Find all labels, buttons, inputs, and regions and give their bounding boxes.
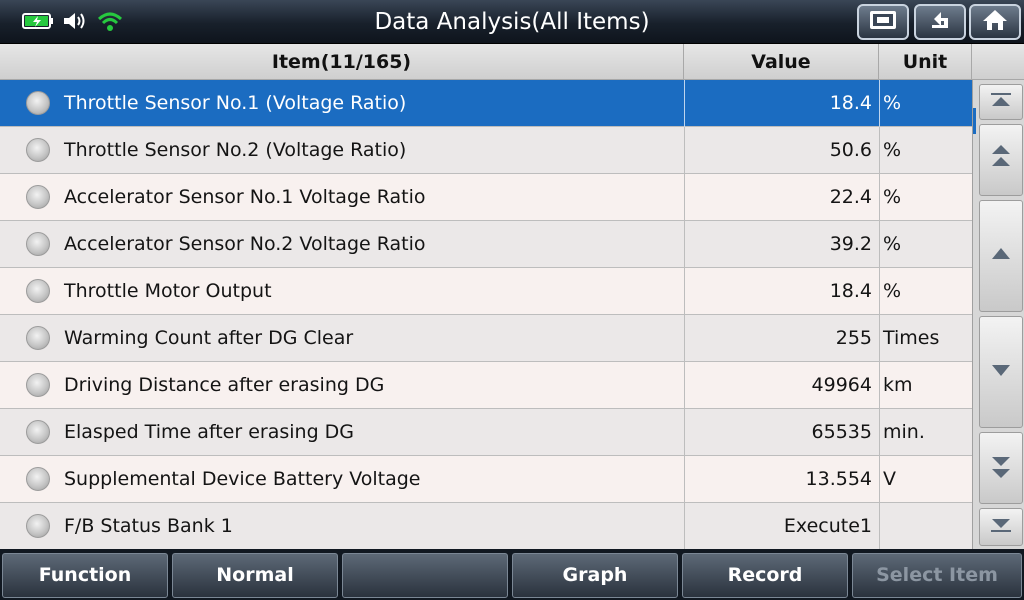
table-row[interactable]: Elasped Time after erasing DG 65535 min. [0, 409, 972, 456]
back-icon [926, 8, 954, 36]
table-row[interactable]: Warming Count after DG Clear 255 Times [0, 315, 972, 362]
item-name: Throttle Sensor No.1 (Voltage Ratio) [64, 92, 407, 114]
back-button[interactable] [914, 4, 966, 40]
item-name: Elasped Time after erasing DG [64, 421, 355, 443]
chevron-down-icon [988, 361, 1014, 383]
item-name: Warming Count after DG Clear [64, 327, 354, 349]
item-unit: % [879, 221, 972, 268]
item-unit [879, 503, 972, 549]
table-row[interactable]: Accelerator Sensor No.1 Voltage Ratio 22… [0, 174, 972, 221]
normal-button[interactable]: Normal [172, 553, 338, 598]
column-header-item[interactable]: Item(11/165) [0, 44, 684, 80]
home-button[interactable] [969, 4, 1021, 40]
item-unit: km [879, 362, 972, 409]
table-row[interactable]: Throttle Sensor No.2 (Voltage Ratio) 50.… [0, 127, 972, 174]
home-icon [981, 8, 1009, 36]
row-radio-icon[interactable] [26, 185, 50, 209]
table-header: Item(11/165) Value Unit [0, 44, 1024, 80]
graph-button[interactable]: Graph [512, 553, 678, 598]
title-bar: Data Analysis(All Items) [0, 0, 1024, 44]
column-header-unit[interactable]: Unit [879, 44, 972, 80]
blank-button[interactable] [342, 553, 508, 598]
item-unit: % [879, 127, 972, 174]
item-value: 18.4 [684, 268, 879, 315]
table-row[interactable]: Supplemental Device Battery Voltage 13.5… [0, 456, 972, 503]
item-value: 22.4 [684, 174, 879, 221]
scroll-up-button[interactable] [979, 200, 1023, 312]
table-row[interactable]: Driving Distance after erasing DG 49964 … [0, 362, 972, 409]
item-name: F/B Status Bank 1 [64, 515, 233, 537]
item-unit: V [879, 456, 972, 503]
table-row[interactable]: F/B Status Bank 1 Execute1 [0, 503, 972, 549]
item-value: 13.554 [684, 456, 879, 503]
screen-capture-button[interactable] [857, 4, 909, 40]
row-radio-icon[interactable] [26, 232, 50, 256]
row-radio-icon[interactable] [26, 138, 50, 162]
row-radio-icon[interactable] [26, 279, 50, 303]
item-value: 65535 [684, 409, 879, 456]
item-name: Accelerator Sensor No.1 Voltage Ratio [64, 186, 426, 208]
screen-capture-icon [868, 9, 898, 35]
item-unit: min. [879, 409, 972, 456]
data-list: Throttle Sensor No.1 (Voltage Ratio) 18.… [0, 80, 972, 549]
select-item-button[interactable]: Select Item [852, 553, 1022, 598]
item-value: 50.6 [684, 127, 879, 174]
scrollbar-thumb[interactable] [973, 108, 976, 134]
row-radio-icon[interactable] [26, 467, 50, 491]
item-value: 18.4 [684, 80, 879, 127]
item-unit: Times [879, 315, 972, 362]
table-row[interactable]: Accelerator Sensor No.2 Voltage Ratio 39… [0, 221, 972, 268]
item-name: Driving Distance after erasing DG [64, 374, 385, 396]
scroll-down-button[interactable] [979, 316, 1023, 428]
row-radio-icon[interactable] [26, 420, 50, 444]
row-radio-icon[interactable] [26, 326, 50, 350]
function-bar: Function Normal Graph Record Select Item [0, 549, 1024, 600]
scroll-bottom-button[interactable] [979, 508, 1023, 546]
double-chevron-down-icon [988, 451, 1014, 485]
chevron-up-icon [988, 245, 1014, 267]
item-value: 39.2 [684, 221, 879, 268]
function-button[interactable]: Function [2, 553, 168, 598]
row-radio-icon[interactable] [26, 373, 50, 397]
item-unit: % [879, 268, 972, 315]
row-radio-icon[interactable] [26, 514, 50, 538]
double-chevron-up-icon [988, 143, 1014, 177]
item-value: Execute1 [684, 503, 879, 549]
item-name: Supplemental Device Battery Voltage [64, 468, 421, 490]
item-name: Accelerator Sensor No.2 Voltage Ratio [64, 233, 426, 255]
scroll-to-top-icon [988, 90, 1014, 114]
record-button[interactable]: Record [682, 553, 848, 598]
item-unit: % [879, 174, 972, 221]
item-unit: % [879, 80, 972, 127]
item-value: 49964 [684, 362, 879, 409]
row-radio-icon[interactable] [26, 91, 50, 115]
table-row[interactable]: Throttle Sensor No.1 (Voltage Ratio) 18.… [0, 80, 972, 127]
scroll-to-bottom-icon [988, 515, 1014, 539]
column-header-value[interactable]: Value [684, 44, 879, 80]
table-row[interactable]: Throttle Motor Output 18.4 % [0, 268, 972, 315]
page-down-button[interactable] [979, 432, 1023, 504]
scroll-top-button[interactable] [979, 84, 1023, 120]
item-name: Throttle Motor Output [64, 280, 272, 302]
item-name: Throttle Sensor No.2 (Voltage Ratio) [64, 139, 407, 161]
item-value: 255 [684, 315, 879, 362]
page-up-button[interactable] [979, 124, 1023, 196]
